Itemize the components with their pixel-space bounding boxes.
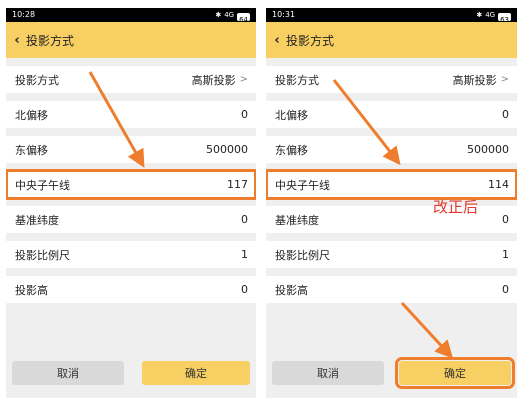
row-scale-factor[interactable]: 投影比例尺 1: [266, 241, 517, 268]
row-value: 高斯投影: [452, 73, 497, 87]
confirm-button[interactable]: 确定: [395, 357, 515, 389]
confirm-button[interactable]: 确定: [142, 361, 250, 385]
row-value: 500000: [206, 143, 248, 156]
row-scale-factor[interactable]: 投影比例尺 1: [6, 241, 256, 268]
row-label: 东偏移: [275, 143, 308, 157]
row-label: 投影比例尺: [15, 248, 70, 262]
page-title: 投影方式: [26, 33, 75, 48]
row-east-offset[interactable]: 东偏移 500000: [6, 136, 256, 163]
title-bar: ‹ 投影方式: [6, 22, 256, 58]
chevron-right-icon: >: [500, 74, 509, 85]
bluetooth-icon: ✱: [476, 11, 483, 19]
row-north-offset[interactable]: 北偏移 0: [266, 101, 517, 128]
row-label: 东偏移: [15, 143, 48, 157]
row-value: 0: [502, 213, 509, 226]
row-label: 投影比例尺: [275, 248, 330, 262]
row-label: 中央子午线: [275, 178, 330, 192]
row-label: 基准纬度: [15, 213, 59, 227]
status-time: 10:31: [272, 10, 296, 19]
row-value: 1: [241, 248, 248, 261]
row-label: 中央子午线: [15, 178, 70, 192]
back-chevron-icon[interactable]: ‹: [8, 33, 26, 48]
cancel-button[interactable]: 取消: [272, 361, 384, 385]
row-reference-latitude[interactable]: 基准纬度 0: [6, 206, 256, 233]
status-time: 10:28: [12, 10, 36, 19]
page-title: 投影方式: [286, 33, 335, 48]
title-bar: ‹ 投影方式: [266, 22, 517, 58]
row-value: 0: [502, 108, 509, 121]
chevron-right-icon: >: [239, 74, 248, 85]
row-label: 北偏移: [275, 108, 308, 122]
row-label: 投影方式: [275, 73, 319, 87]
settings-list: 投影方式 高斯投影 > 北偏移 0 东偏移 500000 中央子午线 117 基…: [6, 66, 256, 303]
battery-icon: 64: [237, 12, 250, 24]
row-value: 0: [241, 213, 248, 226]
row-reference-latitude[interactable]: 基准纬度 0: [266, 206, 517, 233]
row-central-meridian[interactable]: 中央子午线 114: [266, 169, 517, 200]
row-projection-method[interactable]: 投影方式 高斯投影 >: [266, 66, 517, 93]
phone-screenshot-before: 10:28 ✱ 4G 64 ‹ 投影方式 投影方式 高斯投影 > 北偏移 0 东…: [6, 8, 256, 398]
row-central-meridian[interactable]: 中央子午线 117: [6, 169, 256, 200]
system-icons: ✱ 4G 64: [215, 8, 250, 24]
row-projection-method[interactable]: 投影方式 高斯投影 >: [6, 66, 256, 93]
row-label: 基准纬度: [275, 213, 319, 227]
status-bar: 10:31 ✱ 4G 63: [266, 8, 517, 24]
row-value: 1: [502, 248, 509, 261]
footer-buttons: 取消 确定: [266, 348, 517, 398]
signal-icon: 4G: [485, 11, 496, 19]
row-value: 0: [241, 283, 248, 296]
status-bar: 10:28 ✱ 4G 64: [6, 8, 256, 24]
back-chevron-icon[interactable]: ‹: [268, 33, 286, 48]
row-value: 高斯投影: [191, 73, 236, 87]
signal-icon: 4G: [224, 11, 235, 19]
phone-screenshot-after: 10:31 ✱ 4G 63 ‹ 投影方式 投影方式 高斯投影 > 北偏移 0 东…: [266, 8, 517, 398]
annotation-corrected: 改正后: [433, 198, 479, 216]
row-value: 500000: [467, 143, 509, 156]
row-north-offset[interactable]: 北偏移 0: [6, 101, 256, 128]
row-value: 0: [502, 283, 509, 296]
settings-list: 投影方式 高斯投影 > 北偏移 0 东偏移 500000 中央子午线 114 基…: [266, 66, 517, 303]
battery-icon: 63: [498, 12, 511, 24]
cancel-button[interactable]: 取消: [12, 361, 124, 385]
footer-buttons: 取消 确定: [6, 348, 256, 398]
row-label: 投影高: [275, 283, 308, 297]
row-projection-height[interactable]: 投影高 0: [266, 276, 517, 303]
row-east-offset[interactable]: 东偏移 500000: [266, 136, 517, 163]
row-label: 北偏移: [15, 108, 48, 122]
row-label: 投影方式: [15, 73, 59, 87]
row-value: 0: [241, 108, 248, 121]
row-projection-height[interactable]: 投影高 0: [6, 276, 256, 303]
bluetooth-icon: ✱: [215, 11, 222, 19]
system-icons: ✱ 4G 63: [476, 8, 511, 24]
row-value: 114: [488, 178, 509, 191]
row-value: 117: [227, 178, 248, 191]
row-label: 投影高: [15, 283, 48, 297]
